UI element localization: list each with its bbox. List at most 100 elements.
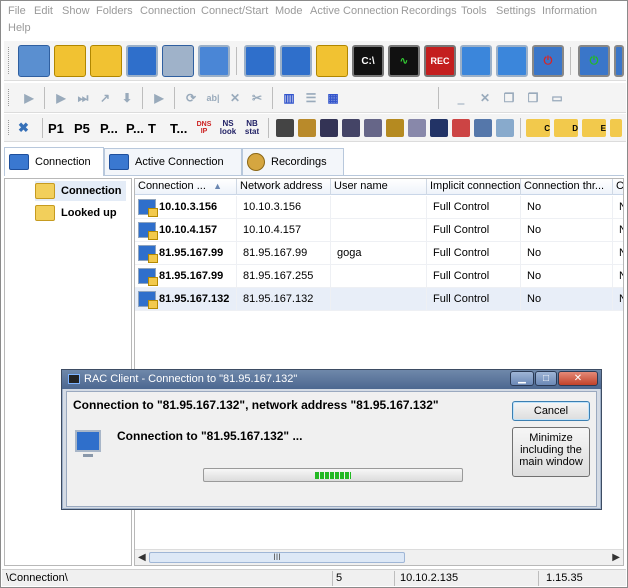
column-network-address[interactable]: Network address	[237, 179, 331, 195]
share-more-icon[interactable]	[610, 119, 622, 137]
horizontal-scrollbar[interactable]: ◀ III ▶	[135, 549, 623, 565]
trace-button[interactable]: T	[148, 118, 156, 138]
menu-help[interactable]: Help	[8, 22, 31, 34]
menu-active-connection[interactable]: Active Connection	[310, 5, 399, 17]
skip-icon[interactable]: ⏭	[74, 89, 92, 107]
toolbar-grip[interactable]	[8, 89, 11, 106]
scroll-icon[interactable]	[18, 45, 50, 77]
rename-icon[interactable]: ab|	[204, 89, 222, 107]
nb-stat-button[interactable]: NB stat	[242, 118, 262, 138]
chat-monitor-icon[interactable]	[460, 45, 492, 77]
menu-information[interactable]: Information	[542, 5, 597, 17]
share-c-button[interactable]: C	[526, 119, 550, 137]
settings-monitor-icon[interactable]	[198, 45, 230, 77]
menu-show[interactable]: Show	[62, 5, 90, 17]
ping-p1-button[interactable]: P1	[48, 118, 64, 138]
note-monitor-icon[interactable]	[496, 45, 528, 77]
table-row[interactable]: 10.10.3.156 10.10.3.156 Full Control No …	[135, 196, 623, 219]
cascade-icon[interactable]: ❐	[524, 89, 542, 107]
folder-icon[interactable]	[316, 45, 348, 77]
terminal-icon[interactable]	[276, 119, 294, 137]
download-icon[interactable]: ⬇	[118, 89, 136, 107]
move-icon[interactable]: ↗	[96, 89, 114, 107]
ping-p5-button[interactable]: P5	[74, 118, 90, 138]
ns-lookup-button[interactable]: NS look	[218, 118, 238, 138]
tab-connection[interactable]: Connection	[4, 147, 104, 176]
minimize-window-icon[interactable]: ‗	[452, 89, 470, 107]
column-implicit-connection[interactable]: Implicit connection	[427, 179, 521, 195]
monitor-icon[interactable]	[280, 45, 312, 77]
menu-settings[interactable]: Settings	[496, 5, 536, 17]
play-icon[interactable]: ▶	[20, 89, 38, 107]
scroll-left-icon[interactable]: ◀	[138, 552, 146, 563]
minimize-main-window-button[interactable]: Minimize including the main window	[512, 427, 590, 477]
tools-icon[interactable]: ✖	[18, 118, 29, 138]
power-off-icon[interactable]: ⏻	[532, 45, 564, 77]
column-c[interactable]: C	[613, 179, 623, 195]
tile-icon[interactable]: ▭	[548, 89, 566, 107]
ping-custom-button[interactable]: P...	[100, 118, 118, 138]
cut-icon[interactable]: ✂	[248, 89, 266, 107]
close-window-icon[interactable]: ✕	[476, 89, 494, 107]
play-alt-icon[interactable]: ▶	[150, 89, 168, 107]
notes-icon[interactable]	[54, 45, 86, 77]
dialog-minimize-button[interactable]: ▁	[510, 371, 534, 386]
command-prompt-icon[interactable]: C:\	[352, 45, 384, 77]
table-row[interactable]: 81.95.167.132 81.95.167.132 Full Control…	[135, 288, 623, 311]
column-user-name[interactable]: User name	[331, 179, 427, 195]
monitor-app-icon[interactable]	[430, 119, 448, 137]
dns-ip-button[interactable]: DNS IP	[194, 118, 214, 138]
column-connection[interactable]: Connection ... ▲	[135, 179, 237, 195]
table-row[interactable]: 81.95.167.99 81.95.167.99 goga Full Cont…	[135, 242, 623, 265]
disk-icon[interactable]	[496, 119, 514, 137]
table-row[interactable]: 81.95.167.99 81.95.167.255 Full Control …	[135, 265, 623, 288]
toolbar-grip[interactable]	[8, 47, 11, 74]
usb-icon[interactable]	[364, 119, 382, 137]
gears-icon[interactable]	[298, 119, 316, 137]
view-details-icon[interactable]: ▥	[280, 89, 298, 107]
dialog-maximize-button[interactable]: □	[535, 371, 557, 386]
users-icon[interactable]	[386, 119, 404, 137]
view-grid-icon[interactable]: ▦	[324, 89, 342, 107]
play-next-icon[interactable]: ▶	[52, 89, 70, 107]
computer-icon[interactable]	[342, 119, 360, 137]
monitor-graph-icon[interactable]: ∿	[388, 45, 420, 77]
menu-file[interactable]: File	[8, 5, 26, 17]
share-d-button[interactable]: D	[554, 119, 578, 137]
power-more-icon[interactable]	[614, 45, 624, 77]
list-icon[interactable]	[162, 45, 194, 77]
process-icon[interactable]	[320, 119, 338, 137]
trace-custom-button[interactable]: T...	[170, 118, 187, 138]
menu-edit[interactable]: Edit	[34, 5, 53, 17]
dialog-title-bar[interactable]: RAC Client - Connection to "81.95.167.13…	[62, 370, 601, 389]
cancel-button[interactable]: Cancel	[512, 401, 590, 421]
search-monitor-icon[interactable]	[126, 45, 158, 77]
menu-connect-start[interactable]: Connect/Start	[201, 5, 268, 17]
tab-recordings[interactable]: Recordings	[242, 148, 344, 175]
network-icon[interactable]	[408, 119, 426, 137]
notes-edit-icon[interactable]	[90, 45, 122, 77]
record-icon[interactable]: REC	[424, 45, 456, 77]
toolbar-grip[interactable]	[8, 120, 11, 135]
table-row[interactable]: 10.10.4.157 10.10.4.157 Full Control No …	[135, 219, 623, 242]
view-list-icon[interactable]: ☰	[302, 89, 320, 107]
server-icon[interactable]	[474, 119, 492, 137]
menu-mode[interactable]: Mode	[275, 5, 303, 17]
menu-tools[interactable]: Tools	[461, 5, 487, 17]
hand-monitor-icon[interactable]	[244, 45, 276, 77]
scroll-thumb[interactable]: III	[149, 552, 405, 563]
restore-window-icon[interactable]: ❐	[500, 89, 518, 107]
delete-icon[interactable]: ✕	[226, 89, 244, 107]
ping-custom2-button[interactable]: P...	[126, 118, 144, 138]
tree-item-looked-up[interactable]: Looked up	[35, 203, 121, 223]
menu-folders[interactable]: Folders	[96, 5, 133, 17]
dialog-close-button[interactable]: ✕	[558, 371, 598, 386]
column-connection-threads[interactable]: Connection thr...	[521, 179, 613, 195]
power-on-icon[interactable]: ⏻	[578, 45, 610, 77]
refresh-icon[interactable]: ⟳	[182, 89, 200, 107]
share-e-button[interactable]: E	[582, 119, 606, 137]
tree-item-connection[interactable]: Connection	[35, 181, 126, 201]
menu-recordings[interactable]: Recordings	[401, 5, 457, 17]
scroll-right-icon[interactable]: ▶	[612, 552, 620, 563]
menu-connection[interactable]: Connection	[140, 5, 196, 17]
